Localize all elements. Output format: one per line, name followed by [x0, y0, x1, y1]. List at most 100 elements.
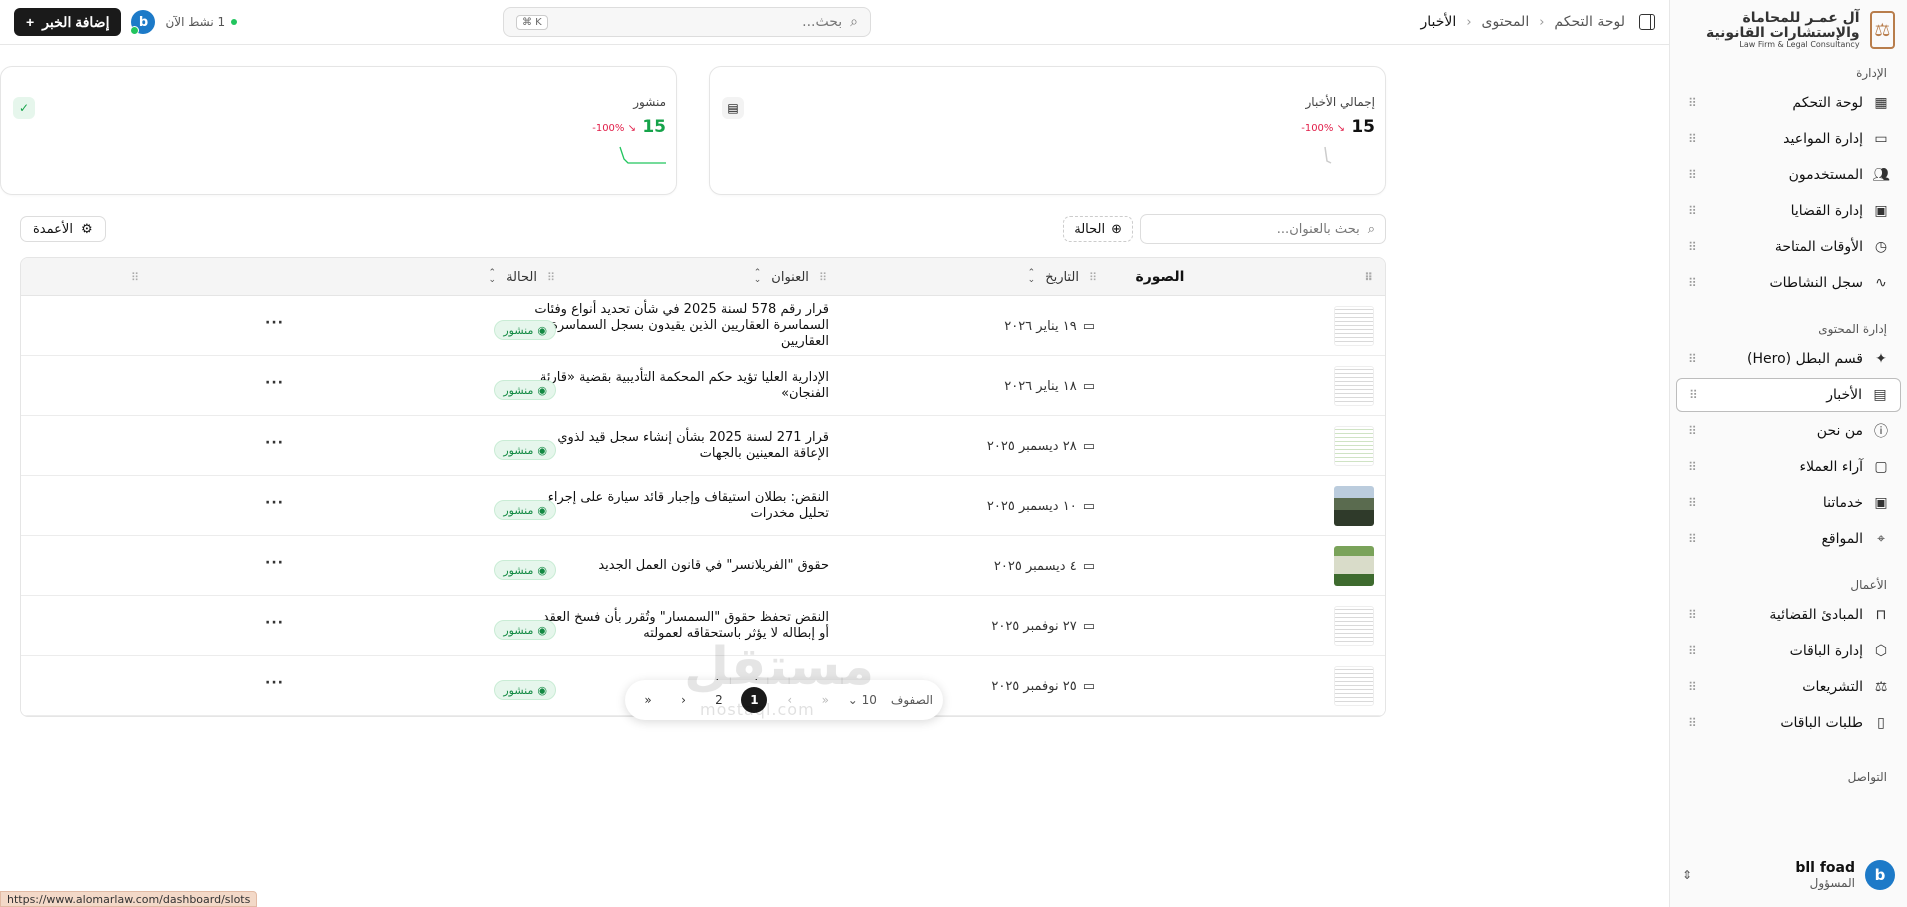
sort-icon[interactable]: ⌃ ⌄: [489, 269, 497, 285]
header-date[interactable]: ⠿ التاريخ ⌃ ⌄: [1028, 258, 1097, 296]
user-menu[interactable]: b bll foad المسؤول ⇕: [1682, 853, 1895, 897]
sidebar-toggle-icon[interactable]: [1639, 14, 1655, 30]
title-search-input[interactable]: ⌕ بحث بالعنوان...: [1140, 214, 1386, 244]
drag-handle-icon[interactable]: ⠿: [1688, 496, 1697, 510]
table-row[interactable]: ▭ ٢٨ ديسمبر ٢٠٢٥ قرار 271 لسنة 2025 بشأن…: [21, 416, 1385, 476]
drag-handle-icon[interactable]: ⠿: [1688, 424, 1697, 438]
drag-handle-icon[interactable]: ⠿: [1688, 608, 1697, 622]
news-thumbnail: [1334, 666, 1374, 706]
drag-handle-icon[interactable]: ⠿: [1688, 96, 1697, 110]
status-badge: ◉ منشور: [494, 320, 556, 340]
row-actions-button[interactable]: ···: [265, 555, 284, 571]
table-row[interactable]: ▭ ١٩ يناير ٢٠٢٦ قرار رقم 578 لسنة 2025 ف…: [21, 296, 1385, 356]
date-cell: ▭ ٢٧ نوفمبر ٢٠٢٥: [991, 618, 1095, 634]
status-badge: ◉ منشور: [494, 440, 556, 460]
sidebar-item-label: قسم البطل (Hero): [1747, 351, 1863, 367]
sidebar-item-hero[interactable]: ✦ قسم البطل (Hero) ⠿: [1676, 342, 1901, 376]
date-cell: ▭ ٢٥ نوفمبر ٢٠٢٥: [991, 678, 1095, 694]
drag-handle-icon[interactable]: ⠿: [547, 271, 555, 284]
sidebar-item-packages[interactable]: ⬡ إدارة الباقات ⠿: [1676, 634, 1901, 668]
table-row[interactable]: ▭ ٤ ديسمبر ٢٠٢٥ حقوق "الفريلانسر" في قان…: [21, 536, 1385, 596]
drag-handle-icon[interactable]: ⠿: [1688, 352, 1697, 366]
table-header: ⠿ الصورة ⠿ التاريخ ⌃ ⌄ ⠿ العنوان ⌃ ⌄ ⠿ الح…: [21, 258, 1385, 296]
sidebar-item-news[interactable]: ▤ الأخبار ⠿: [1676, 378, 1901, 412]
online-status: 1 نشط الآن: [165, 15, 238, 29]
brand-name-ar: آل عمـر للمحاماة والإستشارات القانونية: [1705, 10, 1860, 41]
eye-icon: ◉: [537, 503, 547, 517]
scale-icon: ⚖: [1874, 679, 1888, 695]
sidebar-item-label: الأخبار: [1826, 387, 1862, 403]
header-title[interactable]: ⠿ العنوان ⌃ ⌄: [754, 258, 827, 296]
calendar-icon: ▭: [1874, 131, 1888, 147]
drag-handle-icon[interactable]: ⠿: [1364, 271, 1372, 284]
sidebar-item-about[interactable]: ⓘ من نحن ⠿: [1676, 414, 1901, 448]
sidebar-item-activity[interactable]: ∿ سجل النشاطات ⠿: [1676, 266, 1901, 300]
drag-handle-icon[interactable]: ⠿: [131, 271, 139, 284]
sidebar-item-cases[interactable]: ▣ إدارة القضايا ⠿: [1676, 194, 1901, 228]
row-actions-button[interactable]: ···: [265, 435, 284, 451]
sparkline: [1324, 146, 1332, 164]
sidebar-item-principles[interactable]: ⊓ المبادئ القضائية ⠿: [1676, 598, 1901, 632]
drag-handle-icon[interactable]: ⠿: [1688, 460, 1697, 474]
row-actions-button[interactable]: ···: [265, 495, 284, 511]
row-actions-button[interactable]: ···: [265, 315, 284, 331]
sidebar-item-testimonials[interactable]: ▢ آراء العملاء ⠿: [1676, 450, 1901, 484]
sidebar-item-label: المواقع: [1821, 531, 1863, 547]
status-filter-button[interactable]: ⊕ الحالة: [1063, 216, 1133, 242]
last-page-button[interactable]: «: [635, 687, 661, 713]
header-status[interactable]: ⠿ الحالة ⌃ ⌄: [489, 258, 555, 296]
breadcrumb-item[interactable]: لوحة التحكم: [1554, 14, 1625, 30]
columns-button[interactable]: ⚙ الأعمدة: [20, 216, 106, 242]
sidebar-item-appointments[interactable]: ▭ إدارة المواعيد ⠿: [1676, 122, 1901, 156]
sort-icon[interactable]: ⌃ ⌄: [754, 269, 762, 285]
drag-handle-icon[interactable]: ⠿: [1688, 532, 1697, 546]
drag-handle-icon[interactable]: ⠿: [1689, 388, 1698, 402]
row-actions-button[interactable]: ···: [265, 615, 284, 631]
global-search-input[interactable]: ⌕ بحث... ⌘ K: [503, 7, 871, 37]
avatar[interactable]: b: [130, 10, 156, 35]
activity-icon: ∿: [1875, 275, 1887, 291]
sidebar-item-label: خدماتنا: [1822, 495, 1863, 511]
sidebar-item-legislation[interactable]: ⚖ التشريعات ⠿: [1676, 670, 1901, 704]
drag-handle-icon[interactable]: ⠿: [1688, 132, 1697, 146]
brand-logo[interactable]: ⚖ آل عمـر للمحاماة والإستشارات القانونية…: [1670, 0, 1907, 56]
sidebar-item-label: إدارة القضايا: [1790, 203, 1863, 219]
status-badge: ◉ منشور: [494, 620, 556, 640]
table-row[interactable]: ▭ ١٠ ديسمبر ٢٠٢٥ النقض: بطلان استيقاف وإ…: [21, 476, 1385, 536]
sidebar-item-label: آراء العملاء: [1799, 459, 1863, 475]
eye-icon: ◉: [537, 683, 547, 697]
drag-handle-icon[interactable]: ⠿: [1688, 240, 1697, 254]
watermark-text: mostaql.com: [700, 700, 815, 719]
drag-handle-icon[interactable]: ⠿: [1688, 644, 1697, 658]
sliders-icon: ⚙: [80, 221, 93, 237]
drag-handle-icon[interactable]: ⠿: [1688, 680, 1697, 694]
drag-handle-icon[interactable]: ⠿: [819, 271, 827, 284]
rows-label: الصفوف: [890, 693, 933, 707]
drag-handle-icon[interactable]: ⠿: [1688, 204, 1697, 218]
search-icon: ⌕: [1367, 221, 1375, 237]
breadcrumb-item[interactable]: المحتوى: [1482, 14, 1530, 30]
firm-logo-icon: ⚖: [1869, 11, 1895, 49]
date-cell: ▭ ١٨ يناير ٢٠٢٦: [1004, 378, 1095, 394]
sidebar-item-slots[interactable]: ◷ الأوقات المتاحة ⠿: [1676, 230, 1901, 264]
sidebar-item-dashboard[interactable]: ▦ لوحة التحكم ⠿: [1676, 86, 1901, 120]
sidebar-item-locations[interactable]: ⌖ المواقع ⠿: [1676, 522, 1901, 556]
add-news-button[interactable]: إضافة الخبر +: [14, 8, 122, 36]
row-actions-button[interactable]: ···: [265, 375, 284, 391]
drag-handle-icon[interactable]: ⠿: [1089, 271, 1097, 284]
drag-handle-icon[interactable]: ⠿: [1688, 276, 1697, 290]
drag-handle-icon[interactable]: ⠿: [1688, 168, 1697, 182]
sidebar-item-users[interactable]: 👥︎ المستخدمون ⠿: [1676, 158, 1901, 192]
status-badge: ◉ منشور: [494, 380, 556, 400]
news-thumbnail: [1334, 306, 1374, 346]
sort-icon[interactable]: ⌃ ⌄: [1028, 269, 1036, 285]
drag-handle-icon[interactable]: ⠿: [1688, 716, 1697, 730]
watermark-logo: مستقل: [684, 637, 875, 697]
sidebar-item-package-requests[interactable]: ▯ طلبات الباقات ⠿: [1676, 706, 1901, 740]
calendar-icon: ▭: [1082, 678, 1095, 694]
table-row[interactable]: ▭ ١٨ يناير ٢٠٢٦ الإدارية العليا تؤيد حكم…: [21, 356, 1385, 416]
sidebar-item-services[interactable]: ▣ خدماتنا ⠿: [1676, 486, 1901, 520]
row-actions-button[interactable]: ···: [265, 675, 284, 691]
shortcut-hint: ⌘ K: [516, 14, 548, 30]
map-pin-icon: ⌖: [1877, 531, 1885, 547]
